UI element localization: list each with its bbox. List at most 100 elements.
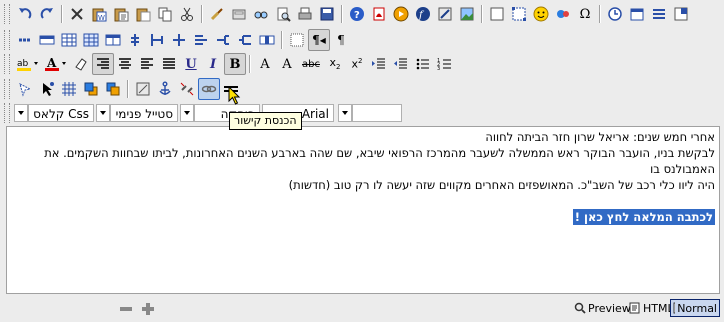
strikethrough-button[interactable]: abc xyxy=(298,53,324,75)
superscript-a-icon[interactable]: A xyxy=(254,53,276,75)
clock-icon[interactable] xyxy=(604,3,626,25)
paste-icon[interactable] xyxy=(132,3,154,25)
indent-icon[interactable] xyxy=(368,53,390,75)
smiley-icon[interactable] xyxy=(530,3,552,25)
layer-front-icon[interactable] xyxy=(80,78,102,100)
inline-style-dropdown-arrow[interactable] xyxy=(96,104,110,122)
subscript-a-label: A xyxy=(282,56,292,72)
justify-icon[interactable] xyxy=(158,53,180,75)
svg-text:W: W xyxy=(98,14,105,22)
preview-mode-button[interactable]: Preview xyxy=(572,299,633,317)
unlink-icon[interactable] xyxy=(176,78,198,100)
flash-icon[interactable]: f xyxy=(412,3,434,25)
rtl-icon[interactable]: ¶◂ xyxy=(308,29,330,51)
brush-icon[interactable] xyxy=(206,3,228,25)
grid-icon[interactable] xyxy=(286,29,308,51)
print-icon[interactable] xyxy=(294,3,316,25)
eraser-icon[interactable] xyxy=(70,53,92,75)
underline-button[interactable]: U xyxy=(180,53,202,75)
toolbar-grip[interactable] xyxy=(4,4,10,24)
css-class-select[interactable]: Css קלאס xyxy=(28,104,94,122)
split-row-icon[interactable] xyxy=(124,29,146,51)
undo-icon[interactable] xyxy=(14,3,36,25)
shrink-icon[interactable] xyxy=(118,301,134,317)
cut-icon[interactable] xyxy=(176,3,198,25)
image-edit-icon[interactable] xyxy=(434,3,456,25)
toolbar-area: W ? f Ω ¶◂ ¶ ab A U I B A A abc x2 x2 1 … xyxy=(0,0,724,126)
fullscreen-icon[interactable] xyxy=(508,3,530,25)
delete-row-icon[interactable] xyxy=(234,29,256,51)
select-icon[interactable] xyxy=(14,78,36,100)
outdent-icon[interactable] xyxy=(390,53,412,75)
align-right-icon[interactable] xyxy=(92,53,114,75)
table-props-icon[interactable] xyxy=(80,29,102,51)
toolbar-grip[interactable] xyxy=(4,103,10,123)
date-icon[interactable] xyxy=(626,3,648,25)
frame-icon[interactable] xyxy=(486,3,508,25)
insert-row-before-icon[interactable] xyxy=(190,29,212,51)
separator xyxy=(281,31,283,49)
table-grid-icon[interactable] xyxy=(58,78,80,100)
image-link-icon[interactable] xyxy=(132,78,154,100)
superscript-a-label: A xyxy=(260,56,270,72)
toolbar-grip[interactable] xyxy=(4,30,10,50)
editor-area[interactable]: אחרי חמש שנים: אריאל שרון חזר הביתה לחוו… xyxy=(6,126,720,294)
table-icon[interactable] xyxy=(58,29,80,51)
toolbar-grip[interactable] xyxy=(4,54,10,74)
media-icon[interactable] xyxy=(390,3,412,25)
bold-button[interactable]: B xyxy=(224,53,246,75)
ltr-icon[interactable]: ¶ xyxy=(330,29,352,51)
grow-icon[interactable] xyxy=(140,301,156,317)
font-color-icon[interactable]: A xyxy=(42,53,70,75)
gallery-icon[interactable] xyxy=(552,3,574,25)
paste-word-icon[interactable]: W xyxy=(88,3,110,25)
template-icon[interactable] xyxy=(648,3,670,25)
subscript-a-icon[interactable]: A xyxy=(276,53,298,75)
link-icon[interactable] xyxy=(198,78,220,100)
pointer-icon[interactable] xyxy=(36,78,58,100)
highlight-icon[interactable]: ab xyxy=(14,53,42,75)
paragraph-dropdown-arrow[interactable] xyxy=(180,104,194,122)
inline-style-select[interactable]: סטייל פנימי xyxy=(110,104,178,122)
delete-icon[interactable] xyxy=(66,3,88,25)
font-name-dropdown-arrow[interactable] xyxy=(338,104,352,122)
numbered-list-icon[interactable]: 123 xyxy=(434,53,456,75)
normal-label: Normal xyxy=(677,301,717,315)
css-class-dropdown-arrow[interactable] xyxy=(14,104,28,122)
html-mode-button[interactable]: HTML xyxy=(627,299,676,317)
table-row-icon[interactable] xyxy=(36,29,58,51)
superscript-button[interactable]: x2 xyxy=(346,53,368,75)
toolbar-grip[interactable] xyxy=(4,79,10,99)
table-insert-icon[interactable] xyxy=(14,29,36,51)
copy-icon[interactable] xyxy=(154,3,176,25)
help-icon[interactable]: ? xyxy=(346,3,368,25)
italic-button[interactable]: I xyxy=(202,53,224,75)
pdf-icon[interactable] xyxy=(368,3,390,25)
anchor-icon[interactable] xyxy=(154,78,176,100)
find-icon[interactable] xyxy=(250,3,272,25)
delete-col-icon[interactable] xyxy=(168,29,190,51)
merge-cells-icon[interactable] xyxy=(102,29,124,51)
subscript-button[interactable]: x2 xyxy=(324,53,346,75)
align-center-icon[interactable] xyxy=(114,53,136,75)
inline-style-value: סטייל פנימי xyxy=(115,107,173,121)
selected-link-text[interactable]: לכתבה המלאה לחץ כאן ! xyxy=(572,209,715,225)
font-size-select[interactable] xyxy=(352,104,402,122)
insert-col-icon[interactable] xyxy=(146,29,168,51)
svg-text:?: ? xyxy=(354,10,360,21)
special-box-icon[interactable] xyxy=(670,3,692,25)
paste-text-icon[interactable] xyxy=(110,3,132,25)
image-icon[interactable] xyxy=(456,3,478,25)
layer-back-icon[interactable] xyxy=(102,78,124,100)
redo-icon[interactable] xyxy=(36,3,58,25)
form-icon[interactable] xyxy=(228,3,250,25)
cell-props-icon[interactable] xyxy=(256,29,278,51)
align-left-icon[interactable] xyxy=(136,53,158,75)
insert-row-after-icon[interactable] xyxy=(212,29,234,51)
save-icon[interactable] xyxy=(316,3,338,25)
find-replace-icon[interactable] xyxy=(272,3,294,25)
normal-mode-button[interactable]: Normal xyxy=(670,299,720,317)
omega-icon[interactable]: Ω xyxy=(574,3,596,25)
separator xyxy=(201,5,203,23)
bullet-list-icon[interactable] xyxy=(412,53,434,75)
